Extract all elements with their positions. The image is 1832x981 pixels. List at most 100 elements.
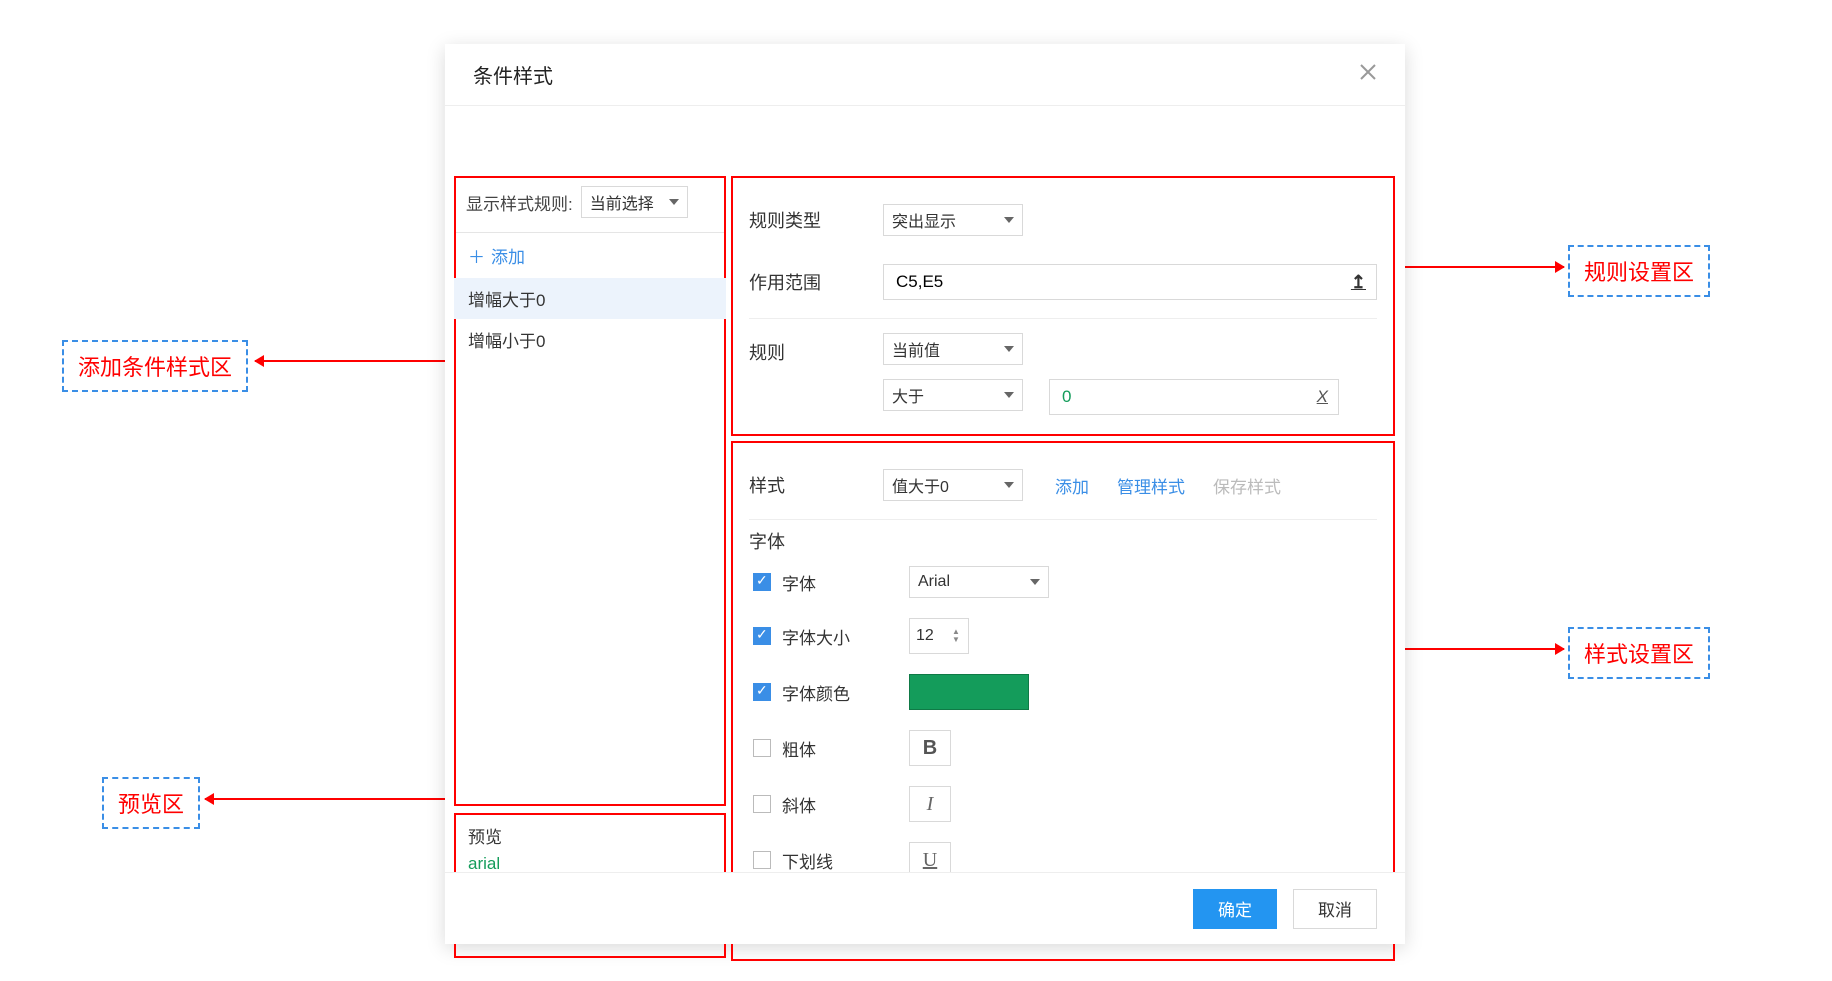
cancel-button-label: 取消 <box>1318 896 1352 921</box>
font-family-select[interactable]: Arial <box>909 566 1049 598</box>
rule-range-input[interactable] <box>894 271 1351 293</box>
rule-type-label: 规则类型 <box>749 207 859 233</box>
rule-settings-panel: 规则类型 突出显示 作用范围 ↥ 规则 <box>731 176 1395 443</box>
font-color-row: 字体颜色 <box>749 664 1377 720</box>
conditional-style-dialog: 条件样式 显示样式规则: 当前选择 <box>445 44 1405 944</box>
rule-op-select[interactable]: 大于 <box>883 379 1023 411</box>
dialog-footer: 确定 取消 <box>445 872 1405 944</box>
rule-type-select[interactable]: 突出显示 <box>883 204 1023 236</box>
callout-add-zone-text: 添加条件样式区 <box>78 355 232 380</box>
italic-glyph: I <box>927 793 934 816</box>
chevron-down-icon <box>1004 482 1014 488</box>
style-preset-value: 值大于0 <box>892 473 949 497</box>
bold-row: 粗体 B <box>749 720 1377 776</box>
style-link-actions: 添加 管理样式 保存样式 <box>1055 473 1281 498</box>
font-size-checkbox[interactable] <box>753 627 771 645</box>
underline-text: 下划线 <box>782 848 833 873</box>
font-color-swatch[interactable] <box>909 674 1029 710</box>
rule-range-input-wrap: ↥ <box>883 264 1377 300</box>
italic-text: 斜体 <box>782 792 816 817</box>
stage: 添加条件样式区 预览区 规则设置区 样式设置区 条件样式 <box>0 0 1832 981</box>
rule-scope-select[interactable]: 当前选择 <box>581 186 688 218</box>
rule-cond-row: 规则 当前值 大于 <box>749 319 1377 429</box>
plus-icon: ＋ <box>468 243 485 268</box>
italic-checkbox[interactable] <box>753 795 771 813</box>
rule-item-1-label: 增幅小于0 <box>468 332 545 351</box>
chevron-down-icon <box>1004 392 1014 398</box>
rule-op-value: 大于 <box>892 383 924 407</box>
rule-target-value: 当前值 <box>892 337 940 361</box>
rule-range-row: 作用范围 ↥ <box>749 250 1377 314</box>
font-family-value: Arial <box>918 573 950 591</box>
arrow-style-zone <box>1396 648 1564 650</box>
rule-compare-input[interactable] <box>1060 386 1317 408</box>
font-color-checkbox[interactable] <box>753 683 771 701</box>
font-family-text: 字体 <box>782 570 816 595</box>
chevron-down-icon <box>1030 579 1040 585</box>
style-select-row: 样式 值大于0 添加 管理样式 保存样式 <box>749 455 1377 515</box>
rule-scope-row: 显示样式规则: 当前选择 <box>454 176 726 232</box>
style-label: 样式 <box>749 472 859 498</box>
stepper-down-icon[interactable]: ▼ <box>950 636 962 644</box>
font-color-checkbox-label[interactable]: 字体颜色 <box>749 680 889 705</box>
font-section-title: 字体 <box>749 520 1377 556</box>
callout-style-zone-text: 样式设置区 <box>1584 642 1694 667</box>
close-icon[interactable] <box>1359 63 1377 86</box>
callout-preview-zone: 预览区 <box>102 777 200 829</box>
style-preset-select[interactable]: 值大于0 <box>883 469 1023 501</box>
rule-item-0-label: 增幅大于0 <box>468 291 545 310</box>
italic-button[interactable]: I <box>909 786 951 822</box>
bold-button[interactable]: B <box>909 730 951 766</box>
rule-range-label: 作用范围 <box>749 269 859 295</box>
chevron-down-icon <box>1004 217 1014 223</box>
italic-row: 斜体 I <box>749 776 1377 832</box>
font-size-value: 12 <box>916 627 934 645</box>
style-manage-link[interactable]: 管理样式 <box>1117 473 1185 498</box>
font-family-row: 字体 Arial <box>749 556 1377 608</box>
cancel-button[interactable]: 取消 <box>1293 889 1377 929</box>
underline-checkbox[interactable] <box>753 851 771 869</box>
style-save-link: 保存样式 <box>1213 473 1281 498</box>
preview-title: 预览 <box>468 823 712 848</box>
rule-item-0[interactable]: 增幅大于0 <box>454 278 726 319</box>
font-family-checkbox-label[interactable]: 字体 <box>749 570 889 595</box>
chevron-down-icon <box>669 199 679 205</box>
rule-type-row: 规则类型 突出显示 <box>749 190 1377 250</box>
bold-text: 粗体 <box>782 736 816 761</box>
callout-rule-zone: 规则设置区 <box>1568 245 1710 297</box>
callout-add-zone: 添加条件样式区 <box>62 340 248 392</box>
font-size-stepper[interactable]: 12 ▲ ▼ <box>909 618 969 654</box>
arrow-preview-zone <box>205 798 451 800</box>
add-rule-button[interactable]: ＋ 添加 <box>454 233 726 278</box>
font-size-checkbox-label[interactable]: 字体大小 <box>749 624 889 649</box>
arrow-add-zone <box>255 360 451 362</box>
rule-cond-label: 规则 <box>749 333 859 365</box>
bold-glyph: B <box>923 737 937 760</box>
font-color-text: 字体颜色 <box>782 680 850 705</box>
style-add-link[interactable]: 添加 <box>1055 473 1089 498</box>
add-rule-label: 添加 <box>491 243 525 268</box>
rule-compare-input-wrap: X <box>1049 379 1339 415</box>
font-size-row: 字体大小 12 ▲ ▼ <box>749 608 1377 664</box>
underline-glyph: U <box>923 849 937 872</box>
rule-scope-label: 显示样式规则: <box>466 190 573 215</box>
preview-sample: arial <box>468 854 712 874</box>
arrow-rule-zone <box>1396 266 1564 268</box>
chevron-down-icon <box>1004 346 1014 352</box>
range-picker-icon[interactable]: ↥ <box>1351 272 1366 293</box>
ok-button-label: 确定 <box>1218 896 1252 921</box>
formula-x-icon[interactable]: X <box>1317 387 1328 407</box>
rule-item-1[interactable]: 增幅小于0 <box>454 319 726 360</box>
dialog-header: 条件样式 <box>445 44 1405 106</box>
bold-checkbox-label[interactable]: 粗体 <box>749 736 889 761</box>
font-family-checkbox[interactable] <box>753 573 771 591</box>
callout-rule-zone-text: 规则设置区 <box>1584 260 1694 285</box>
italic-checkbox-label[interactable]: 斜体 <box>749 792 889 817</box>
underline-checkbox-label[interactable]: 下划线 <box>749 848 889 873</box>
bold-checkbox[interactable] <box>753 739 771 757</box>
rule-target-select[interactable]: 当前值 <box>883 333 1023 365</box>
dialog-title: 条件样式 <box>473 60 553 89</box>
ok-button[interactable]: 确定 <box>1193 889 1277 929</box>
left-rules-panel: 显示样式规则: 当前选择 ＋ 添加 增幅大于0 增幅小于0 <box>454 176 726 360</box>
callout-preview-zone-text: 预览区 <box>118 792 184 817</box>
